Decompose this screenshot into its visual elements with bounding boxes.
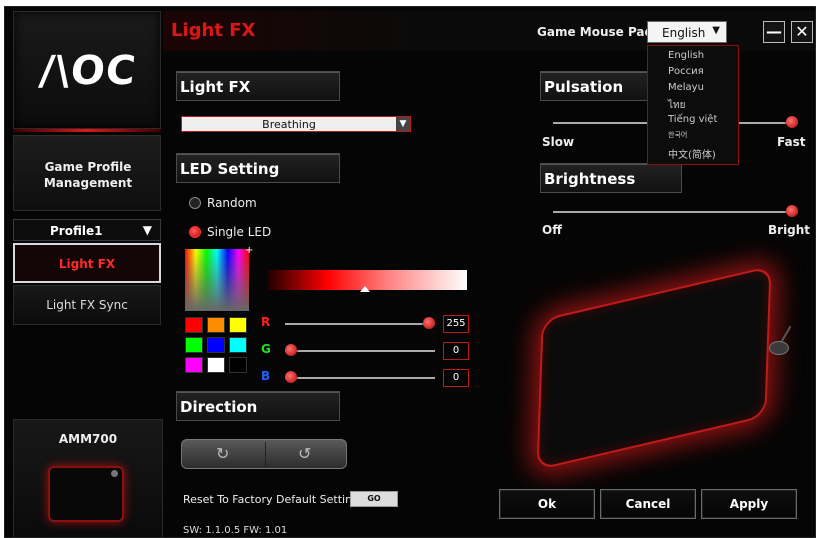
- color-swatch[interactable]: [185, 317, 203, 333]
- brightness-min-label: Off: [542, 223, 562, 237]
- minimize-button[interactable]: —: [763, 21, 785, 43]
- device-label: Game Mouse Pad: [537, 25, 654, 39]
- sidebar-item-label: Light FX Sync: [46, 298, 128, 312]
- b-slider-knob[interactable]: [285, 371, 297, 383]
- language-select-value: English: [662, 26, 706, 40]
- rotate-clockwise-icon[interactable]: ↻: [216, 444, 229, 463]
- language-menu: English Россия Melayu ไทย Tiếng việt 한국어 中文(简体…: [647, 45, 739, 165]
- logo: /\OC: [37, 48, 139, 94]
- rotate-counterclockwise-icon[interactable]: ↺: [298, 444, 311, 463]
- language-menu-item[interactable]: English: [668, 50, 704, 61]
- color-swatch[interactable]: [229, 317, 247, 333]
- ok-button[interactable]: Ok: [499, 489, 595, 519]
- reset-go-button[interactable]: GO: [350, 491, 398, 507]
- color-swatch[interactable]: [207, 337, 225, 353]
- random-radio[interactable]: [189, 197, 201, 209]
- game-profile-label-line2: Management: [43, 176, 133, 190]
- pad-cable: [780, 325, 792, 343]
- b-channel-label: B: [261, 369, 271, 383]
- color-swatch[interactable]: [207, 317, 225, 333]
- section-title: LED Setting: [180, 160, 280, 178]
- color-swatch[interactable]: [185, 337, 203, 353]
- r-slider-knob[interactable]: [423, 317, 435, 329]
- section-title: Brightness: [544, 170, 636, 188]
- profile-select-value: Profile1: [50, 224, 103, 238]
- language-menu-item[interactable]: Melayu: [668, 82, 704, 93]
- effect-select-value: Breathing: [262, 118, 316, 131]
- brightness-max-label: Bright: [768, 223, 811, 237]
- logo-panel: /\OC: [13, 11, 161, 129]
- device-name: AMM700: [58, 432, 118, 446]
- sidebar-item-label: Light FX: [58, 257, 116, 271]
- chevron-down-icon: ▼: [712, 25, 720, 36]
- pulsation-max-label: Fast: [777, 135, 806, 149]
- b-value-field[interactable]: 0: [443, 369, 469, 387]
- language-menu-item[interactable]: 中文(简体): [668, 146, 716, 161]
- light-fx-section-header: Light FX: [176, 71, 340, 101]
- single-led-radio[interactable]: [189, 226, 201, 238]
- game-profile-management-button[interactable]: Game Profile Management: [13, 135, 161, 211]
- direction-toggle: ↻ ↺: [181, 439, 347, 469]
- mouse-pad-thumbnail: [48, 466, 124, 522]
- chevron-down-icon: ▼: [396, 117, 410, 131]
- single-led-label: Single LED: [207, 225, 272, 239]
- crosshair-icon: +: [245, 245, 254, 256]
- g-value-field[interactable]: 0: [443, 342, 469, 360]
- app-window: Light FX Game Mouse Pad English ▼ — ✕ /\…: [4, 6, 816, 538]
- language-menu-item[interactable]: Россия: [668, 66, 704, 77]
- led-setting-section-header: LED Setting: [176, 153, 340, 183]
- color-swatch[interactable]: [185, 357, 203, 373]
- b-slider-track[interactable]: [285, 377, 435, 379]
- divider: [265, 442, 266, 466]
- apply-button[interactable]: Apply: [701, 489, 797, 519]
- section-title: Direction: [180, 398, 258, 416]
- sidebar-item-light-fx[interactable]: Light FX: [13, 243, 161, 283]
- g-slider-knob[interactable]: [285, 344, 297, 356]
- pulsation-slider-knob[interactable]: [786, 116, 798, 128]
- cancel-button[interactable]: Cancel: [600, 489, 696, 519]
- divider: [13, 129, 161, 132]
- r-channel-label: R: [261, 315, 271, 329]
- sidebar-item-light-fx-sync[interactable]: Light FX Sync: [13, 285, 161, 325]
- pulsation-min-label: Slow: [542, 135, 575, 149]
- random-label: Random: [207, 196, 257, 210]
- language-menu-item[interactable]: 한국어: [668, 130, 687, 140]
- game-profile-label-line1: Game Profile: [44, 160, 132, 174]
- version-info: SW: 1.1.0.5 FW: 1.01: [183, 525, 288, 536]
- color-swatch[interactable]: [229, 357, 247, 373]
- brightness-slider-track[interactable]: [553, 211, 798, 213]
- brightness-section-header: Brightness: [540, 163, 682, 193]
- reset-label: Reset To Factory Default Settings: [183, 493, 365, 506]
- effect-select[interactable]: Breathing ▼: [181, 116, 411, 132]
- section-title: Pulsation: [544, 78, 624, 96]
- color-swatch[interactable]: [229, 337, 247, 353]
- g-channel-label: G: [261, 342, 271, 356]
- r-value-field[interactable]: 255: [443, 315, 469, 333]
- color-swatch[interactable]: [207, 357, 225, 373]
- language-menu-item[interactable]: Tiếng việt: [668, 114, 717, 125]
- chevron-down-icon: ▼: [142, 223, 152, 237]
- pad-hub: [769, 341, 789, 355]
- g-slider-track[interactable]: [285, 350, 435, 352]
- close-button[interactable]: ✕: [791, 21, 813, 43]
- page-title: Light FX: [171, 20, 256, 41]
- profile-select[interactable]: Profile1 ▼: [13, 219, 161, 241]
- gradient-marker[interactable]: [360, 286, 370, 292]
- section-title: Light FX: [180, 78, 251, 96]
- r-slider-track[interactable]: [285, 323, 435, 325]
- language-select[interactable]: English ▼: [647, 21, 727, 43]
- brightness-slider-knob[interactable]: [786, 205, 798, 217]
- direction-section-header: Direction: [176, 391, 340, 421]
- device-panel[interactable]: AMM700: [13, 419, 163, 537]
- mouse-pad-preview: [536, 265, 772, 471]
- language-menu-item[interactable]: ไทย: [668, 98, 685, 113]
- color-picker-palette[interactable]: [185, 249, 249, 311]
